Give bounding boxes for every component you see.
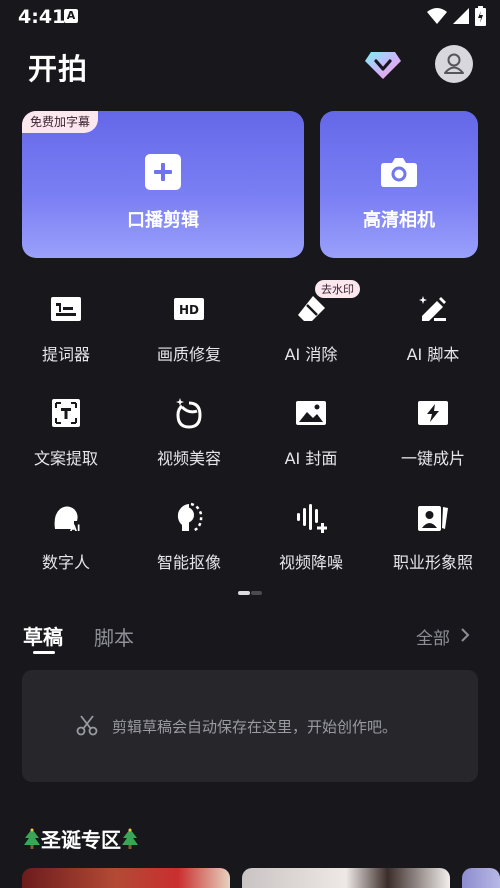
view-all-link[interactable]: 全部	[416, 624, 450, 649]
eraser-icon	[298, 296, 325, 321]
header: 开拍	[0, 40, 500, 92]
status-bar: 4:41 A	[0, 0, 500, 34]
avatar[interactable]	[435, 45, 473, 83]
tool-label: 画质修复	[156, 345, 221, 364]
tool-video-denoise[interactable]: 视频降噪	[251, 501, 371, 591]
tool-one-click-video[interactable]: 一键成片	[373, 397, 493, 487]
camera-icon	[381, 158, 417, 187]
drafts-empty-text: 剪辑草稿会自动保存在这里，开始创作吧。	[112, 718, 398, 736]
card-label: 高清相机	[363, 210, 435, 231]
tool-label: 视频美容	[156, 449, 221, 468]
tool-label: AI 封面	[284, 449, 338, 468]
free-subtitle-badge: 免费加字幕	[22, 111, 99, 133]
tool-label: 提词器	[41, 345, 90, 364]
section-title-text: 圣诞专区	[41, 828, 121, 852]
hd-camera-card[interactable]: 高清相机	[320, 111, 478, 258]
christmas-tree-icon	[24, 828, 40, 849]
template-thumbnail[interactable]	[242, 868, 450, 888]
tool-label: 职业形象照	[392, 553, 473, 572]
template-thumbnail[interactable]	[22, 868, 230, 888]
tool-ai-erase[interactable]: 去水印 AI 消除	[251, 280, 371, 383]
section-title: 圣诞专区	[23, 824, 139, 853]
tab-drafts[interactable]: 草稿	[23, 621, 63, 650]
tool-text-extract[interactable]: 文案提取	[6, 397, 126, 487]
notification-icon: A	[64, 9, 78, 23]
teleprompter-icon	[51, 297, 81, 321]
tool-label: AI 脚本	[406, 345, 460, 364]
hd-icon: HD	[174, 298, 204, 320]
status-icons	[427, 6, 486, 26]
tool-label: 数字人	[41, 553, 90, 572]
tool-smart-cutout[interactable]: 智能抠像	[129, 501, 249, 591]
tool-label: 一键成片	[400, 449, 465, 468]
svg-text:AI: AI	[70, 524, 80, 533]
magic-pen-icon	[419, 296, 446, 321]
cutout-icon	[177, 502, 203, 533]
tab-scripts[interactable]: 脚本	[94, 622, 134, 651]
battery-icon	[475, 6, 486, 26]
christmas-tree-icon	[122, 828, 138, 849]
scissors-icon	[76, 715, 98, 736]
page-dot-active	[238, 591, 250, 595]
status-time: 4:41	[18, 6, 66, 28]
portrait-card-icon	[418, 506, 448, 531]
page-indicator	[238, 591, 262, 595]
digital-human-icon: AI	[54, 506, 80, 533]
page-title: 开拍	[28, 52, 89, 86]
template-thumbnail[interactable]	[462, 868, 500, 888]
wifi-icon	[427, 8, 447, 24]
svg-text:HD: HD	[179, 303, 199, 317]
beauty-icon	[176, 398, 202, 429]
page-dot	[251, 591, 262, 595]
tool-label: 视频降噪	[278, 553, 343, 572]
tool-ai-script[interactable]: AI 脚本	[373, 293, 493, 383]
text-extract-icon	[52, 399, 80, 427]
drafts-empty-panel: 剪辑草稿会自动保存在这里，开始创作吧。	[22, 670, 478, 782]
signal-icon	[453, 8, 469, 24]
tool-quality-repair[interactable]: HD 画质修复	[129, 293, 249, 383]
image-icon	[296, 401, 326, 425]
diamond-icon[interactable]	[364, 50, 402, 80]
lightning-icon	[418, 401, 448, 425]
tool-digital-human[interactable]: AI 数字人	[6, 501, 126, 591]
tool-ai-cover[interactable]: AI 封面	[251, 397, 371, 487]
tool-teleprompter[interactable]: 提词器	[6, 293, 126, 383]
user-icon	[444, 53, 464, 74]
tool-label: 文案提取	[33, 449, 98, 468]
plus-icon	[145, 154, 181, 190]
tool-video-beauty[interactable]: 视频美容	[129, 397, 249, 487]
tool-professional-portrait[interactable]: 职业形象照	[373, 501, 493, 591]
tool-label: AI 消除	[284, 345, 338, 364]
card-label: 口播剪辑	[127, 210, 199, 231]
tab-active-indicator	[33, 651, 55, 654]
denoise-icon	[297, 504, 327, 533]
chevron-right-icon[interactable]	[459, 627, 471, 643]
tool-label: 智能抠像	[156, 553, 221, 572]
voiceover-edit-card[interactable]: 免费加字幕 口播剪辑	[22, 111, 304, 258]
